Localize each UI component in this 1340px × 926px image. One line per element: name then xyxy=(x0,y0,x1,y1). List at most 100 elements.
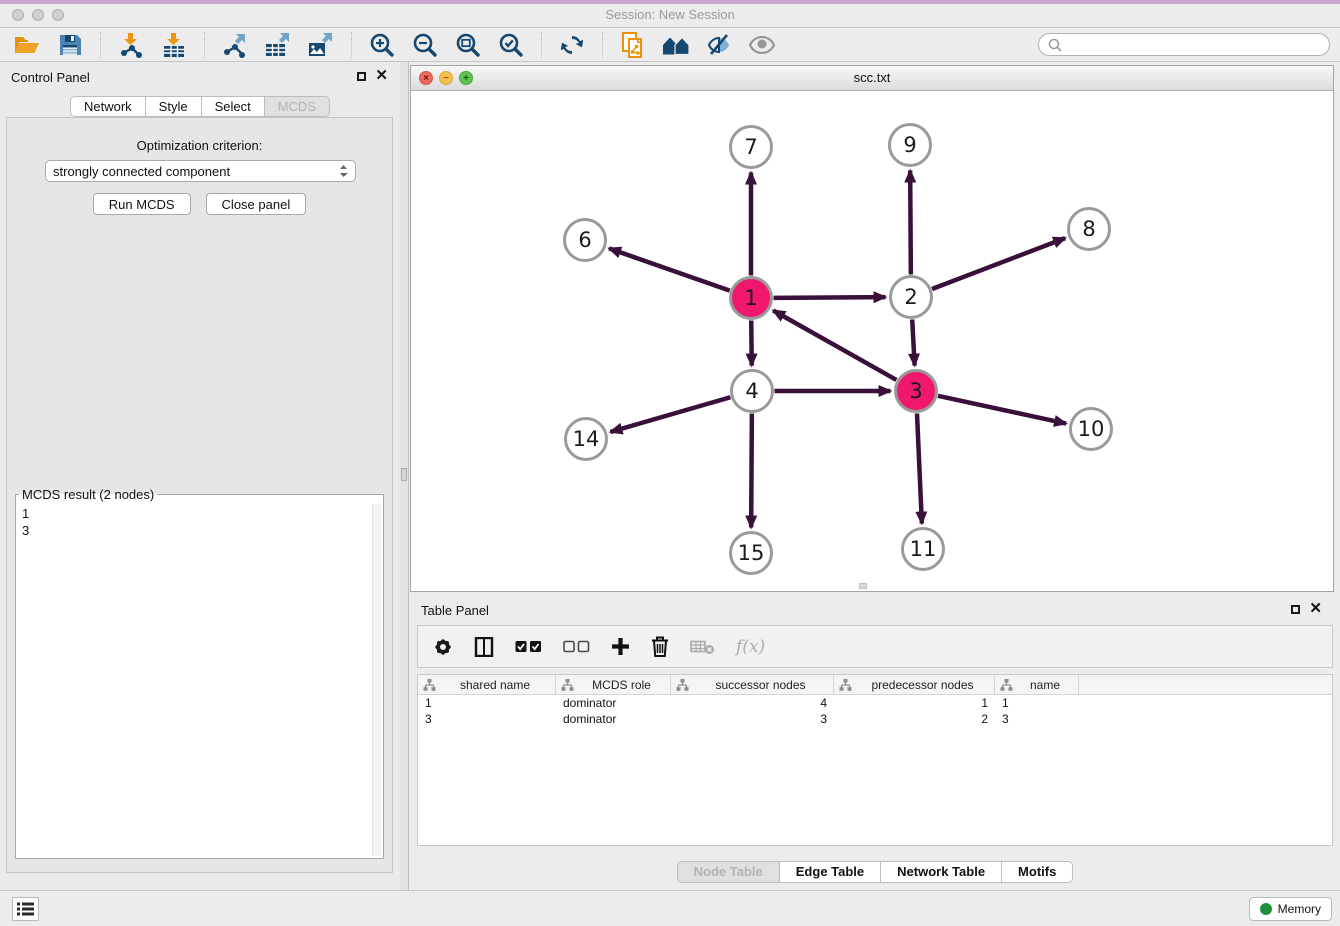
node-table[interactable]: shared nameMCDS rolesuccessor nodesprede… xyxy=(417,674,1333,846)
open-folder-icon[interactable] xyxy=(10,30,44,60)
main-toolbar xyxy=(0,28,1340,62)
column-header-successor-nodes[interactable]: successor nodes xyxy=(671,675,834,694)
close-table-panel-icon[interactable]: ✕ xyxy=(1309,603,1322,615)
home-icon[interactable] xyxy=(659,30,693,60)
edge-2-9[interactable] xyxy=(910,170,911,274)
add-row-icon[interactable] xyxy=(611,637,630,656)
search-field[interactable] xyxy=(1038,33,1330,56)
select-all-icon[interactable] xyxy=(515,640,542,653)
toolbar-separator xyxy=(204,32,205,58)
node-label: 15 xyxy=(738,541,765,565)
search-input[interactable] xyxy=(1067,37,1320,53)
edge-3-1[interactable] xyxy=(773,311,896,380)
edge-3-11[interactable] xyxy=(917,413,922,523)
edge-3-10[interactable] xyxy=(938,396,1066,424)
tab-select[interactable]: Select xyxy=(202,96,265,117)
network-canvas[interactable]: 7 9 6 8 1 2 4 3 14 10 15 11 xyxy=(411,91,1333,591)
style-preview-icon[interactable] xyxy=(702,30,736,60)
export-image-icon[interactable] xyxy=(304,30,338,60)
node-15[interactable]: 15 xyxy=(731,533,772,574)
table-tab-edge-table[interactable]: Edge Table xyxy=(780,861,881,883)
cell-name[interactable]: 1 xyxy=(995,695,1079,711)
cell-shared-name[interactable]: 3 xyxy=(418,711,556,727)
import-network-icon[interactable] xyxy=(114,30,148,60)
node-7[interactable]: 7 xyxy=(731,127,772,168)
result-scrollbar[interactable] xyxy=(372,504,381,856)
zoom-in-icon[interactable] xyxy=(365,30,399,60)
node-8[interactable]: 8 xyxy=(1069,209,1110,250)
network-minimize-button[interactable]: − xyxy=(439,71,453,85)
cell-successor-nodes[interactable]: 4 xyxy=(671,695,834,711)
table-tab-motifs[interactable]: Motifs xyxy=(1002,861,1073,883)
run-mcds-button[interactable]: Run MCDS xyxy=(93,193,191,215)
edge-2-8[interactable] xyxy=(932,238,1065,289)
cell-name[interactable]: 3 xyxy=(995,711,1079,727)
panel-splitter[interactable] xyxy=(400,62,409,890)
column-header-shared-name[interactable]: shared name xyxy=(418,675,556,694)
delete-row-icon[interactable] xyxy=(651,636,669,657)
column-header-mcds-role[interactable]: MCDS role xyxy=(556,675,671,694)
zoom-fit-icon[interactable] xyxy=(451,30,485,60)
node-3[interactable]: 3 xyxy=(896,371,937,412)
node-1[interactable]: 1 xyxy=(731,278,772,319)
clone-network-icon[interactable] xyxy=(616,30,650,60)
eye-icon[interactable] xyxy=(745,30,779,60)
import-table-icon[interactable] xyxy=(157,30,191,60)
node-label: 10 xyxy=(1078,417,1105,441)
node-11[interactable]: 11 xyxy=(903,529,944,570)
optimization-criterion-label: Optimization criterion: xyxy=(7,138,392,153)
table-row[interactable]: 1dominator411 xyxy=(418,695,1332,711)
zoom-selected-icon[interactable] xyxy=(494,30,528,60)
cell-predecessor-nodes[interactable]: 2 xyxy=(834,711,995,727)
column-header-name[interactable]: name xyxy=(995,675,1079,694)
tab-mcds[interactable]: MCDS xyxy=(265,96,330,117)
node-2[interactable]: 2 xyxy=(891,277,932,318)
close-panel-button[interactable]: Close panel xyxy=(206,193,307,215)
edge-4-14[interactable] xyxy=(610,397,730,432)
edge-2-3[interactable] xyxy=(912,319,914,365)
zoom-out-icon[interactable] xyxy=(408,30,442,60)
network-zoom-button[interactable]: + xyxy=(459,71,473,85)
settings-gear-icon[interactable] xyxy=(433,637,453,657)
edge-1-6[interactable] xyxy=(609,248,730,290)
save-icon[interactable] xyxy=(53,30,87,60)
function-builder-icon: f(x) xyxy=(736,637,765,657)
show-columns-icon[interactable] xyxy=(474,637,494,657)
criterion-dropdown[interactable]: strongly connected component xyxy=(45,160,356,182)
float-table-panel-icon[interactable] xyxy=(1291,605,1300,614)
tab-network[interactable]: Network xyxy=(70,96,146,117)
export-network-icon[interactable] xyxy=(218,30,252,60)
table-row[interactable]: 3dominator323 xyxy=(418,711,1332,727)
task-history-button[interactable] xyxy=(12,897,39,921)
network-close-button[interactable]: × xyxy=(419,71,433,85)
node-9[interactable]: 9 xyxy=(890,125,931,166)
deselect-all-icon[interactable] xyxy=(563,640,590,653)
canvas-resize-grip[interactable] xyxy=(859,583,867,589)
network-window-titlebar[interactable]: × − + scc.txt xyxy=(411,66,1333,91)
cell-mcds-role[interactable]: dominator xyxy=(556,711,671,727)
edge-1-2[interactable] xyxy=(773,297,885,298)
node-4[interactable]: 4 xyxy=(732,371,773,412)
node-label: 7 xyxy=(744,135,757,159)
control-panel-title: Control Panel xyxy=(11,70,90,85)
refresh-icon[interactable] xyxy=(555,30,589,60)
memory-button[interactable]: Memory xyxy=(1249,897,1332,921)
node-6[interactable]: 6 xyxy=(565,220,606,261)
tab-style[interactable]: Style xyxy=(146,96,202,117)
cell-predecessor-nodes[interactable]: 1 xyxy=(834,695,995,711)
toolbar-separator xyxy=(602,32,603,58)
splitter-grip-icon[interactable] xyxy=(401,468,407,481)
export-table-icon[interactable] xyxy=(261,30,295,60)
column-header-predecessor-nodes[interactable]: predecessor nodes xyxy=(834,675,995,694)
cell-shared-name[interactable]: 1 xyxy=(418,695,556,711)
close-panel-icon[interactable]: ✕ xyxy=(375,70,388,82)
cell-mcds-role[interactable]: dominator xyxy=(556,695,671,711)
table-tab-node-table[interactable]: Node Table xyxy=(677,861,780,883)
table-tab-network-table[interactable]: Network Table xyxy=(881,861,1002,883)
cell-successor-nodes[interactable]: 3 xyxy=(671,711,834,727)
float-panel-icon[interactable] xyxy=(357,72,366,81)
node-14[interactable]: 14 xyxy=(566,419,607,460)
table-body: 1dominator4113dominator323 xyxy=(418,695,1332,727)
edge-4-15[interactable] xyxy=(751,413,752,527)
node-10[interactable]: 10 xyxy=(1071,409,1112,450)
